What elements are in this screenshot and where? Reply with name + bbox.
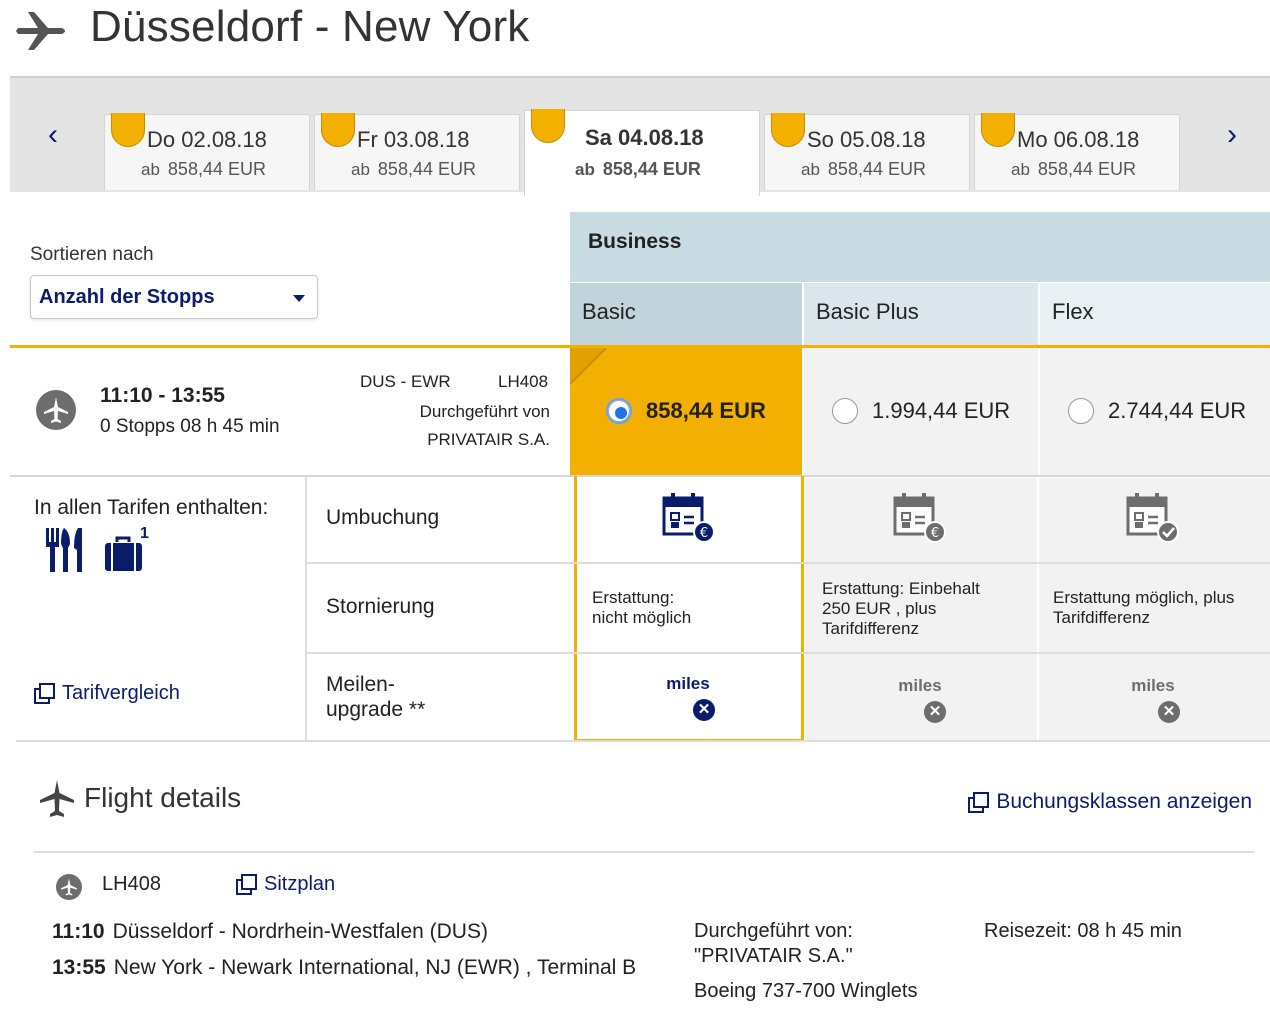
prev-date-button[interactable]: ‹ [38,118,68,152]
cancellation-basic-plus: Erstattung: Einbehalt 250 EUR , plus Tarif… [822,579,980,638]
not-available-icon: ✕ [693,699,715,721]
arrival-line: 13:55 New York - Newark International, NJ… [52,956,637,979]
cabin-header: Business [570,212,1270,282]
cancellation-label: Stornierung [326,595,435,618]
svg-text:€: € [700,526,708,541]
price-basic: 858,44 EUR [646,398,766,423]
sort-value: Anzahl der Stopps [39,286,215,308]
selected-corner-icon [570,348,607,385]
aircraft-type: Boeing 737-700 Winglets [694,980,918,1002]
baggage-count: 1 [140,525,149,542]
date-tab-price: ab 858,44 EUR [141,159,266,179]
cancellation-flex: Erstattung möglich, plus Tarifdifferenz [1053,588,1235,627]
price-cell-basic[interactable]: 858,44 EUR [570,348,802,475]
sun-icon [321,113,355,147]
date-tab-date: Mo 06.08.18 [1017,127,1140,152]
caret-down-icon [293,295,305,302]
sun-icon [981,113,1015,147]
divider [305,477,307,742]
plane-circle-icon [56,874,82,900]
segment-flight-number: LH408 [102,873,161,895]
external-link-icon [236,874,257,895]
date-tab[interactable]: Do 02.08.18 ab 858,44 EUR [104,113,310,190]
sun-icon [531,109,565,143]
seatmap-link[interactable]: Sitzplan [236,873,335,896]
sort-label: Sortieren nach [30,244,154,265]
price-cell-flex[interactable]: 2.744,44 EUR [1040,348,1270,475]
external-link-icon [34,683,55,704]
date-selector: ‹ Do 02.08.18 ab 858,44 EUR Fr 03.08.18 a… [10,76,1270,196]
external-link-icon [968,792,990,813]
rebooking-label: Umbuchung [326,506,440,529]
miles-label: miles [666,674,710,693]
date-tab-date: Do 02.08.18 [147,127,267,152]
booking-classes-link[interactable]: Buchungsklassen anzeigen [968,790,1252,814]
date-tab[interactable]: Fr 03.08.18 ab 858,44 EUR [314,113,520,190]
plane-icon [40,780,74,817]
fare-header-flex: Flex [1040,283,1270,347]
not-available-icon: ✕ [1158,701,1180,723]
sort-dropdown[interactable]: Anzahl der Stopps [30,275,318,319]
date-tab[interactable]: Mo 06.08.18 ab 858,44 EUR [974,113,1180,190]
departure-line: 11:10 Düsseldorf - Nordrhein-Westfalen (D… [52,920,488,943]
divider [16,740,1270,742]
svg-text:€: € [931,526,939,541]
fare-header-basic-plus: Basic Plus [804,283,1038,347]
date-tab-date: Sa 04.08.18 [585,125,704,150]
divider [305,652,1270,654]
date-tab[interactable]: So 05.08.18 ab 858,44 EUR [764,113,970,190]
divider [305,562,1270,564]
flight-stops-duration: 0 Stopps 08 h 45 min [100,416,280,437]
cancellation-basic: Erstattung: nicht möglich [592,588,692,627]
segment-operator: "PRIVATAIR S.A." [694,945,853,967]
calendar-fee-icon: € [662,493,715,543]
calendar-check-icon [1126,493,1179,543]
date-tab-price: ab 858,44 EUR [351,159,476,179]
date-tab-price: ab 858,44 EUR [575,159,701,179]
travel-time: Reisezeit: 08 h 45 min [984,920,1182,942]
flight-details-title: Flight details [84,782,242,813]
price-cell-basic-plus[interactable]: 1.994,44 EUR [804,348,1038,475]
price-flex: 2.744,44 EUR [1108,398,1247,423]
flight-route: DUS - EWR [360,372,451,391]
flight-times: 11:10 - 13:55 [100,384,225,407]
operated-by-label: Durchgeführt von [419,402,550,421]
fare-comparison-link[interactable]: Tarifvergleich [34,682,180,705]
upgrade-label: Meilen-upgrade ** [326,673,426,721]
sun-icon [111,113,145,147]
fare-header-basic: Basic [570,283,802,347]
date-tab-selected[interactable]: Sa 04.08.18 ab 858,44 EUR [524,109,760,196]
calendar-fee-icon: € [893,493,946,543]
baggage-icon [105,536,142,571]
fare-radio-flex[interactable] [1068,398,1094,424]
date-tab-price: ab 858,44 EUR [801,159,926,179]
miles-label: miles [1131,676,1175,695]
operator-name: PRIVATAIR S.A. [427,430,550,449]
fare-radio-basic-plus[interactable] [832,398,858,424]
plane-circle-icon [36,390,76,430]
segment-operated-label: Durchgeführt von: [694,920,853,942]
page-title: Düsseldorf - New York [90,2,530,51]
next-date-button[interactable]: › [1217,118,1247,152]
date-tab-date: So 05.08.18 [807,127,926,152]
meal-icon [46,528,82,572]
not-available-icon: ✕ [924,701,946,723]
included-label: In allen Tarifen enthalten: [34,496,269,519]
plane-icon [16,12,65,50]
date-tab-date: Fr 03.08.18 [357,127,470,152]
flight-number: LH408 [498,372,549,391]
date-tab-price: ab 858,44 EUR [1011,159,1136,179]
miles-label: miles [898,676,942,695]
cabin-name: Business [588,230,682,253]
price-basic-plus: 1.994,44 EUR [872,398,1011,423]
sun-icon [771,113,805,147]
divider [34,851,1254,853]
fare-radio-basic[interactable] [606,398,632,424]
